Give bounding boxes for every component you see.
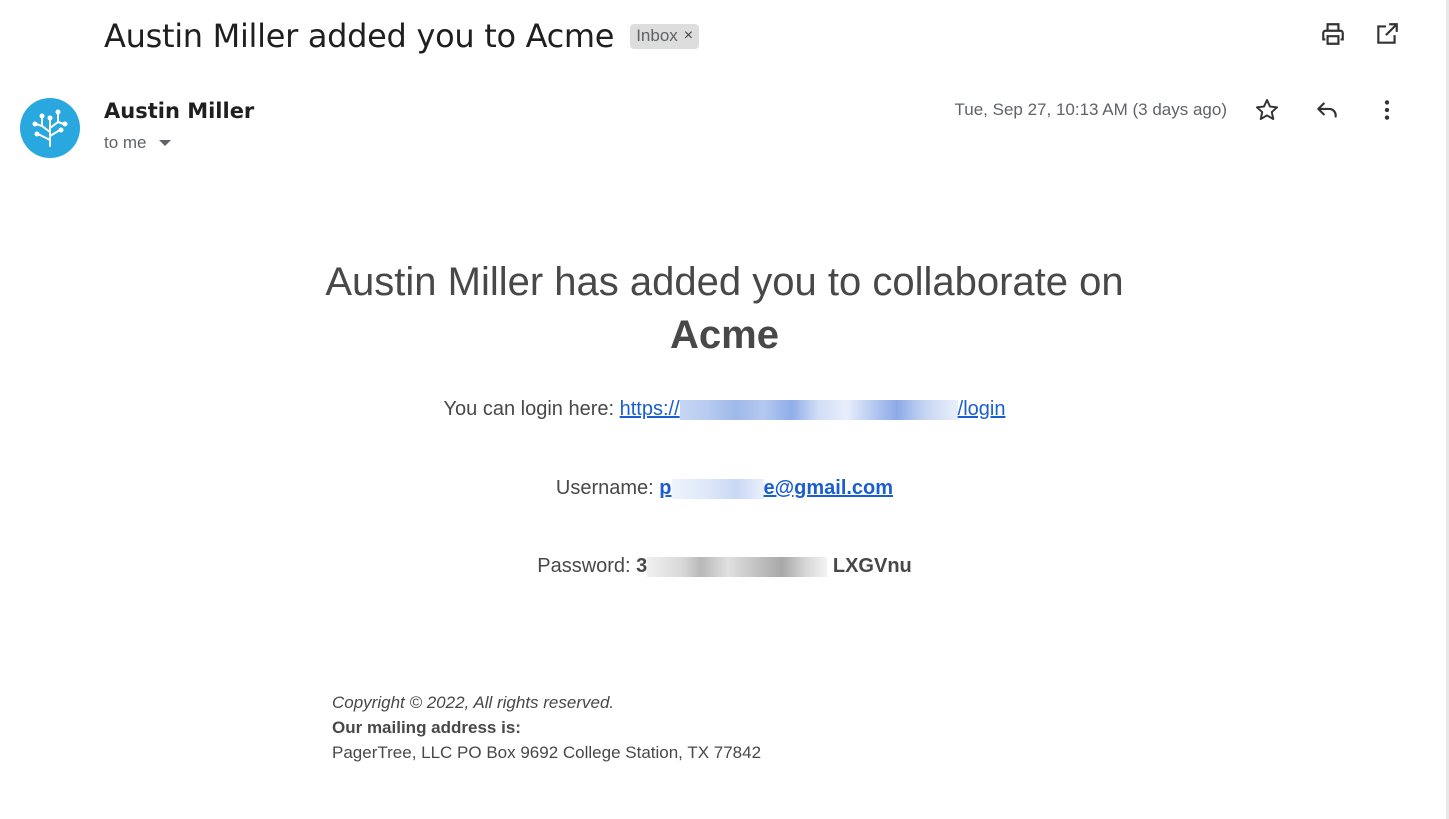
subject-row: Austin Miller added you to Acme Inbox × bbox=[104, 14, 700, 58]
print-button[interactable] bbox=[1319, 20, 1347, 48]
recipient-details-toggle[interactable]: to me bbox=[104, 133, 171, 153]
copyright-text: Copyright © 2022, All rights reserved. bbox=[332, 693, 615, 712]
username-label: Username: bbox=[555, 477, 654, 499]
headline-text: Austin Miller has added you to collabora… bbox=[325, 260, 1124, 304]
more-vert-icon bbox=[1384, 100, 1390, 120]
login-url-start: https:// bbox=[619, 398, 680, 420]
mailing-address-label: Our mailing address is: bbox=[332, 718, 521, 737]
login-url-link[interactable]: https:// /login bbox=[620, 398, 1006, 420]
sender-avatar[interactable] bbox=[20, 98, 80, 158]
email-body: Austin Miller has added you to collabora… bbox=[0, 256, 1449, 578]
reply-icon bbox=[1317, 102, 1337, 118]
login-url-end: /login bbox=[957, 398, 1006, 420]
password-end: LXGVnu bbox=[832, 555, 912, 577]
label-chip-text: Inbox bbox=[636, 25, 678, 45]
message-meta: Tue, Sep 27, 10:13 AM (3 days ago) bbox=[955, 96, 1401, 124]
tree-logo-icon bbox=[32, 109, 68, 147]
open-in-new-window-button[interactable] bbox=[1373, 20, 1401, 48]
password-label: Password: bbox=[537, 555, 631, 577]
thread-actions bbox=[1319, 20, 1401, 48]
email-footer: Copyright © 2022, All rights reserved. O… bbox=[332, 690, 761, 765]
password-line: Password: 3 LXGVnu bbox=[0, 555, 1449, 578]
login-line: You can login here: https:// /login bbox=[0, 398, 1449, 421]
redacted-password bbox=[647, 556, 828, 577]
redacted-url bbox=[679, 399, 958, 420]
mailing-address: PagerTree, LLC PO Box 9692 College Stati… bbox=[332, 743, 762, 762]
username-start: p bbox=[659, 477, 672, 499]
message-date: Tue, Sep 27, 10:13 AM (3 days ago) bbox=[954, 100, 1227, 119]
inbox-label-chip[interactable]: Inbox × bbox=[630, 23, 700, 49]
caret-down-icon bbox=[158, 140, 171, 146]
reply-button[interactable] bbox=[1313, 96, 1341, 124]
login-label: You can login here: bbox=[443, 398, 615, 420]
sender-name[interactable]: Austin Miller bbox=[104, 99, 254, 123]
redacted-username bbox=[671, 478, 764, 499]
username-end: e@gmail.com bbox=[763, 477, 894, 499]
open-in-new-window-icon bbox=[1377, 23, 1398, 44]
username-email-link[interactable]: p e@gmail.com bbox=[659, 477, 893, 499]
remove-label-icon[interactable]: × bbox=[684, 27, 693, 45]
print-icon bbox=[1322, 23, 1344, 45]
username-line: Username: p e@gmail.com bbox=[0, 477, 1449, 500]
star-icon bbox=[1255, 99, 1279, 120]
more-options-button[interactable] bbox=[1373, 96, 1401, 124]
password-start: 3 bbox=[636, 555, 648, 577]
headline-org: Acme bbox=[670, 313, 779, 357]
star-button[interactable] bbox=[1253, 96, 1281, 124]
email-headline: Austin Miller has added you to collabora… bbox=[0, 256, 1449, 362]
recipient-text: to me bbox=[104, 133, 147, 152]
email-subject: Austin Miller added you to Acme bbox=[104, 17, 615, 55]
